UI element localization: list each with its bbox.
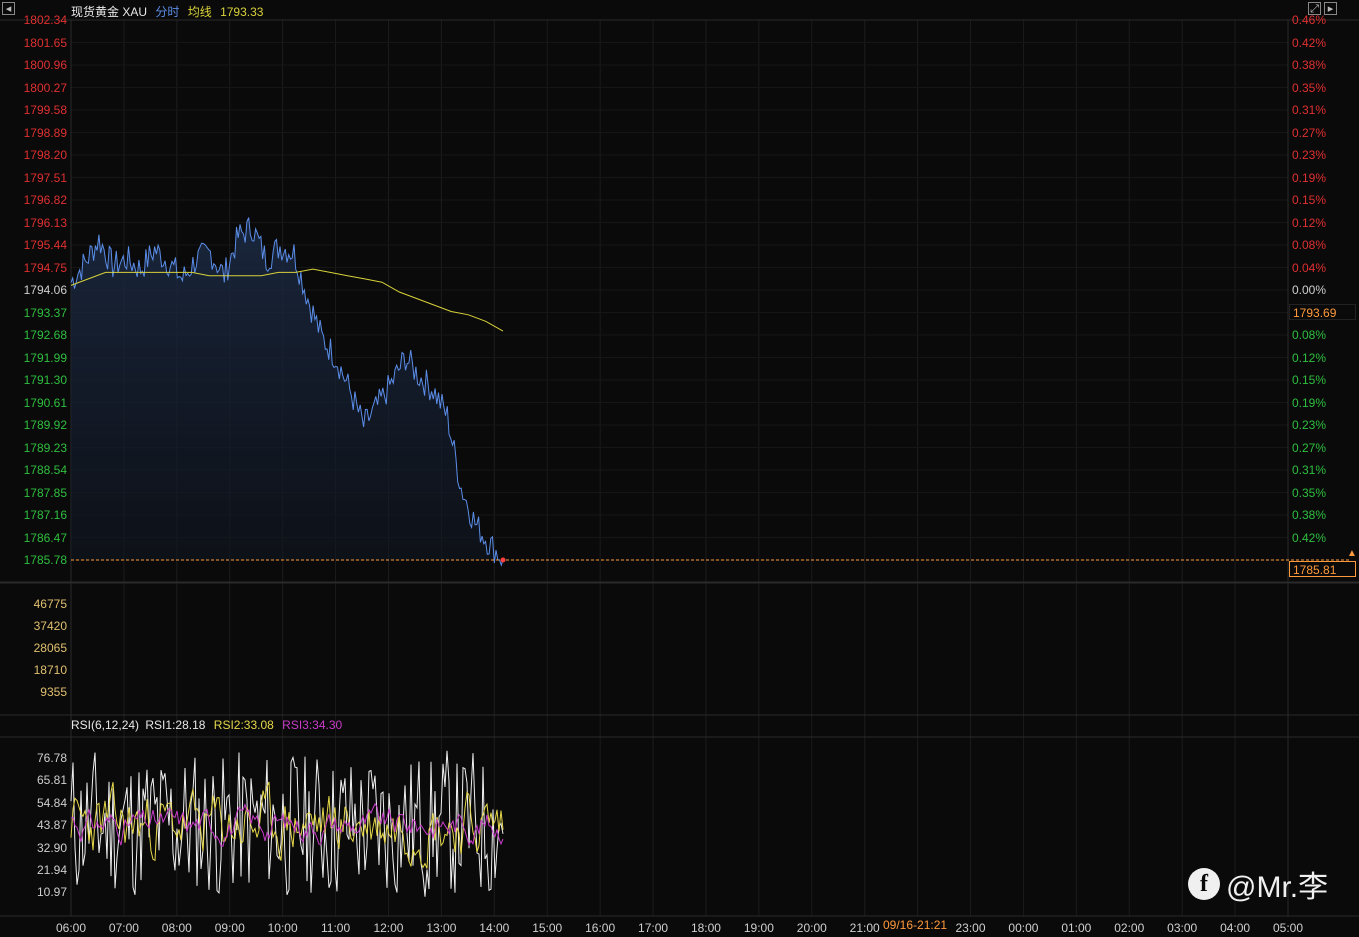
price-tick-label: 1791.99 bbox=[23, 350, 67, 365]
watermark-text: @Mr.李 bbox=[1226, 871, 1329, 904]
percent-tick-label: 0.42% bbox=[1292, 35, 1327, 50]
volume-tick-label: 37420 bbox=[33, 619, 67, 633]
time-tick-label: 12:00 bbox=[373, 921, 404, 935]
price-tick-label: 1802.34 bbox=[23, 13, 67, 27]
percent-tick-label: 0.04% bbox=[1292, 260, 1327, 275]
volume-tick-label: 28065 bbox=[33, 641, 67, 655]
price-tick-label: 1800.27 bbox=[23, 80, 67, 95]
price-tick-label: 1797.51 bbox=[23, 170, 67, 185]
last-price-box: 1785.81 bbox=[1289, 561, 1356, 577]
last-price-dot bbox=[500, 557, 506, 563]
time-tick-label: 00:00 bbox=[1008, 921, 1039, 935]
percent-tick-label: 0.15% bbox=[1292, 373, 1327, 387]
percent-tick-label: 0.15% bbox=[1292, 193, 1327, 207]
time-tick-label: 11:00 bbox=[320, 921, 351, 935]
time-tick-label: 05:00 bbox=[1272, 921, 1304, 935]
time-tick-label: 02:00 bbox=[1114, 921, 1145, 935]
percent-tick-label: 0.08% bbox=[1292, 238, 1327, 252]
price-tick-label: 1790.61 bbox=[23, 395, 67, 410]
price-tick-label: 1794.06 bbox=[23, 283, 67, 297]
price-tick-label: 1791.30 bbox=[23, 373, 67, 387]
rsi-tick-label: 54.84 bbox=[36, 795, 67, 810]
time-tick-label: 23:00 bbox=[955, 921, 986, 935]
percent-tick-label: 0.35% bbox=[1292, 80, 1327, 95]
percent-tick-label: 0.19% bbox=[1292, 395, 1327, 410]
time-tick-label: 01:00 bbox=[1061, 921, 1092, 935]
percent-tick-label: 0.31% bbox=[1292, 463, 1327, 477]
volume-tick-label: 46775 bbox=[33, 597, 67, 611]
price-tick-label: 1789.23 bbox=[23, 440, 67, 455]
logo-icon: f bbox=[1188, 868, 1220, 900]
percent-tick-label: 0.31% bbox=[1292, 103, 1327, 117]
price-tick-label: 1787.16 bbox=[23, 508, 67, 522]
time-tick-label: 13:00 bbox=[426, 921, 457, 935]
rsi-header: RSI(6,12,24) RSI1:28.18 RSI2:33.08 RSI3:… bbox=[71, 718, 347, 732]
price-tick-label: 1798.20 bbox=[23, 148, 67, 162]
percent-tick-label: 0.38% bbox=[1292, 508, 1327, 522]
percent-tick-label: 0.35% bbox=[1292, 485, 1327, 500]
volume-tick-label: 18710 bbox=[33, 663, 67, 677]
rsi-tick-label: 10.97 bbox=[36, 885, 67, 900]
percent-tick-label: 0.08% bbox=[1292, 328, 1327, 342]
watermark: f @Mr.李 bbox=[1188, 862, 1328, 906]
percent-tick-label: 0.38% bbox=[1292, 58, 1327, 72]
rsi-tick-label: 21.94 bbox=[36, 863, 67, 877]
percent-tick-label: 0.27% bbox=[1292, 440, 1327, 455]
price-tick-label: 1788.54 bbox=[23, 463, 67, 477]
time-tick-label: 09:00 bbox=[214, 921, 245, 935]
time-tick-label: 18:00 bbox=[690, 921, 721, 935]
percent-tick-label: 0.42% bbox=[1292, 530, 1327, 545]
time-tick-label: 08:00 bbox=[161, 921, 192, 935]
percent-tick-label: 0.19% bbox=[1292, 170, 1327, 185]
current-price-box: 1793.69 bbox=[1289, 304, 1356, 320]
rsi-tick-label: 65.81 bbox=[36, 773, 67, 788]
scroll-up-icon[interactable]: ▲ bbox=[1347, 548, 1357, 559]
time-tick-label: 20:00 bbox=[796, 921, 827, 935]
percent-tick-label: 0.23% bbox=[1292, 148, 1327, 162]
price-tick-label: 1787.85 bbox=[23, 485, 67, 500]
volume-tick-label: 9355 bbox=[40, 685, 67, 699]
percent-tick-label: 0.27% bbox=[1292, 125, 1327, 140]
rsi2-value: RSI2:33.08 bbox=[213, 718, 274, 732]
price-tick-label: 1789.92 bbox=[23, 418, 67, 432]
time-tick-label: 10:00 bbox=[267, 921, 298, 935]
rsi-tick-label: 32.90 bbox=[36, 840, 67, 855]
price-tick-label: 1795.44 bbox=[23, 238, 67, 252]
price-tick-label: 1793.37 bbox=[23, 305, 67, 320]
time-tick-label: 17:00 bbox=[638, 921, 669, 935]
price-tick-label: 1786.47 bbox=[23, 530, 67, 545]
percent-tick-label: 0.00% bbox=[1292, 283, 1327, 297]
price-tick-label: 1785.78 bbox=[23, 553, 67, 567]
chart-grid bbox=[0, 19, 1359, 917]
price-tick-label: 1798.89 bbox=[23, 125, 67, 140]
percent-tick-label: 0.46% bbox=[1292, 13, 1327, 27]
price-tick-label: 1800.96 bbox=[23, 58, 67, 72]
price-tick-label: 1792.68 bbox=[23, 328, 67, 342]
rsi3-value: RSI3:34.30 bbox=[282, 718, 343, 732]
rsi1-value: RSI1:28.18 bbox=[145, 718, 206, 732]
percent-tick-label: 0.12% bbox=[1292, 215, 1327, 230]
percent-tick-label: 0.12% bbox=[1292, 350, 1327, 365]
time-tick-label: 15:00 bbox=[532, 921, 563, 935]
price-tick-label: 1796.82 bbox=[23, 193, 67, 207]
time-tick-label: 14:00 bbox=[479, 921, 510, 935]
time-tick-label: 19:00 bbox=[743, 921, 774, 935]
price-tick-label: 1794.75 bbox=[23, 260, 67, 275]
time-tick-label: 04:00 bbox=[1220, 921, 1251, 935]
price-tick-label: 1801.65 bbox=[23, 35, 67, 50]
time-tick-label: 03:00 bbox=[1167, 921, 1198, 935]
rsi-tick-label: 76.78 bbox=[36, 751, 67, 765]
time-tick-label: 07:00 bbox=[108, 921, 139, 935]
price-tick-label: 1799.58 bbox=[23, 103, 67, 117]
price-tick-label: 1796.13 bbox=[23, 215, 67, 230]
time-tick-label: 16:00 bbox=[585, 921, 616, 935]
percent-tick-label: 0.23% bbox=[1292, 418, 1327, 432]
cursor-time-label: 09/16-21:21 bbox=[883, 918, 948, 932]
rsi-tick-label: 43.87 bbox=[36, 818, 67, 833]
time-tick-label: 06:00 bbox=[55, 921, 87, 935]
rsi-name: RSI(6,12,24) bbox=[71, 718, 140, 732]
